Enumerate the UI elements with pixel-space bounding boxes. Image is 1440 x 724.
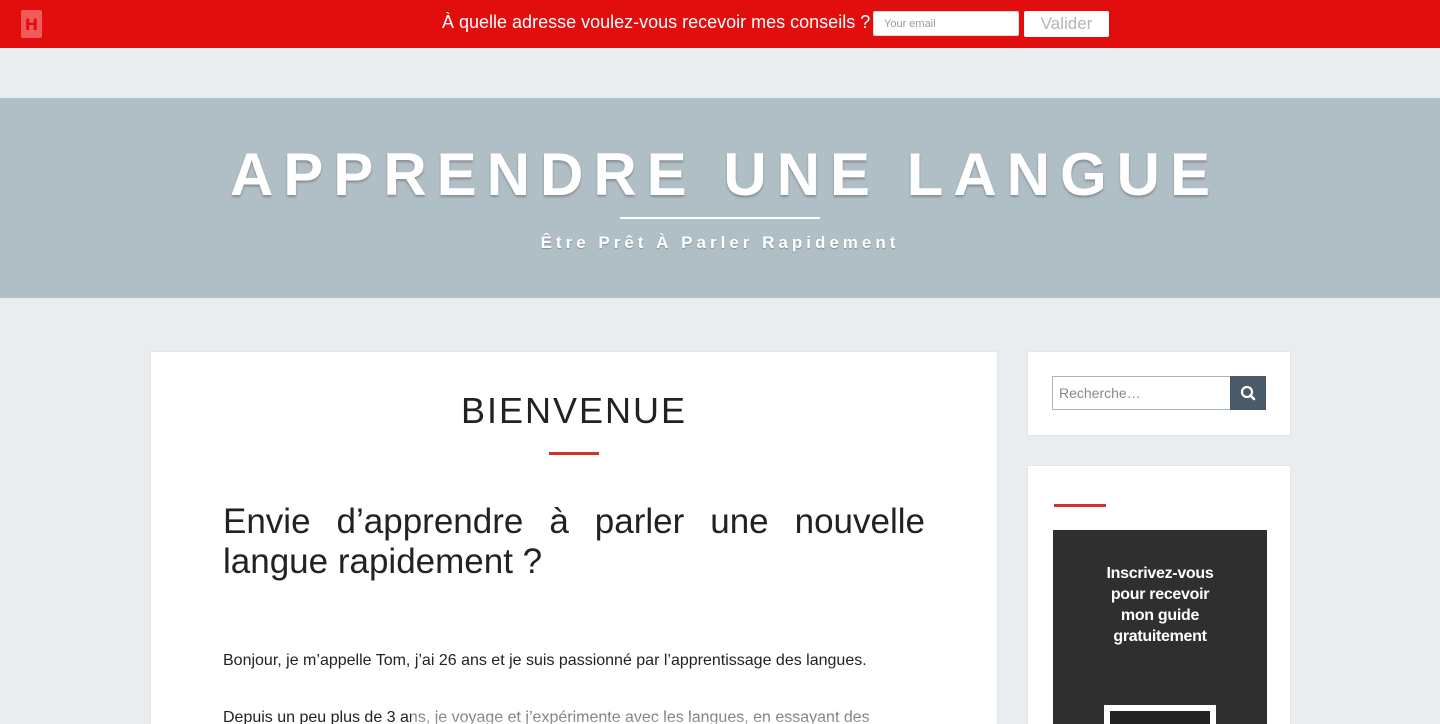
main-content-card: BIENVENUE Envie d’apprendre à parler une… <box>150 351 998 724</box>
email-field[interactable] <box>873 11 1019 36</box>
optin-widget: Inscrivez-vous pour recevoir mon guide g… <box>1027 465 1291 724</box>
heading-divider <box>549 452 599 455</box>
page-title: BIENVENUE <box>460 390 688 431</box>
title-divider <box>620 217 820 219</box>
scroll-fade <box>411 692 997 724</box>
search-button[interactable] <box>1230 376 1266 410</box>
optin-prompt: À quelle adresse voulez-vous recevoir me… <box>442 12 871 32</box>
optin-box[interactable]: Inscrivez-vous pour recevoir mon guide g… <box>1053 530 1267 724</box>
search-input[interactable] <box>1052 376 1232 410</box>
intro-heading: Envie d’apprendre à parler une nouvelle … <box>223 502 925 581</box>
site-header: APPRENDRE UNE LANGUE Être Prêt À Parler … <box>0 98 1440 298</box>
widget-divider <box>1054 504 1106 507</box>
search-icon <box>1240 385 1256 401</box>
valider-button[interactable]: Valider <box>1024 11 1109 37</box>
intro-paragraph: Bonjour, je m’appelle Tom, j’ai 26 ans e… <box>223 652 867 669</box>
search-widget <box>1027 351 1291 436</box>
site-title[interactable]: APPRENDRE UNE LANGUE <box>0 140 1440 209</box>
guide-cover-image <box>1104 705 1216 724</box>
optin-text: Inscrivez-vous pour recevoir mon guide g… <box>1106 565 1214 645</box>
site-tagline: Être Prêt À Parler Rapidement <box>540 233 900 252</box>
email-optin-bar: H À quelle adresse voulez-vous recevoir … <box>0 0 1440 48</box>
logo-letter: H <box>24 14 39 34</box>
hellobar-logo-icon[interactable]: H <box>21 10 42 38</box>
